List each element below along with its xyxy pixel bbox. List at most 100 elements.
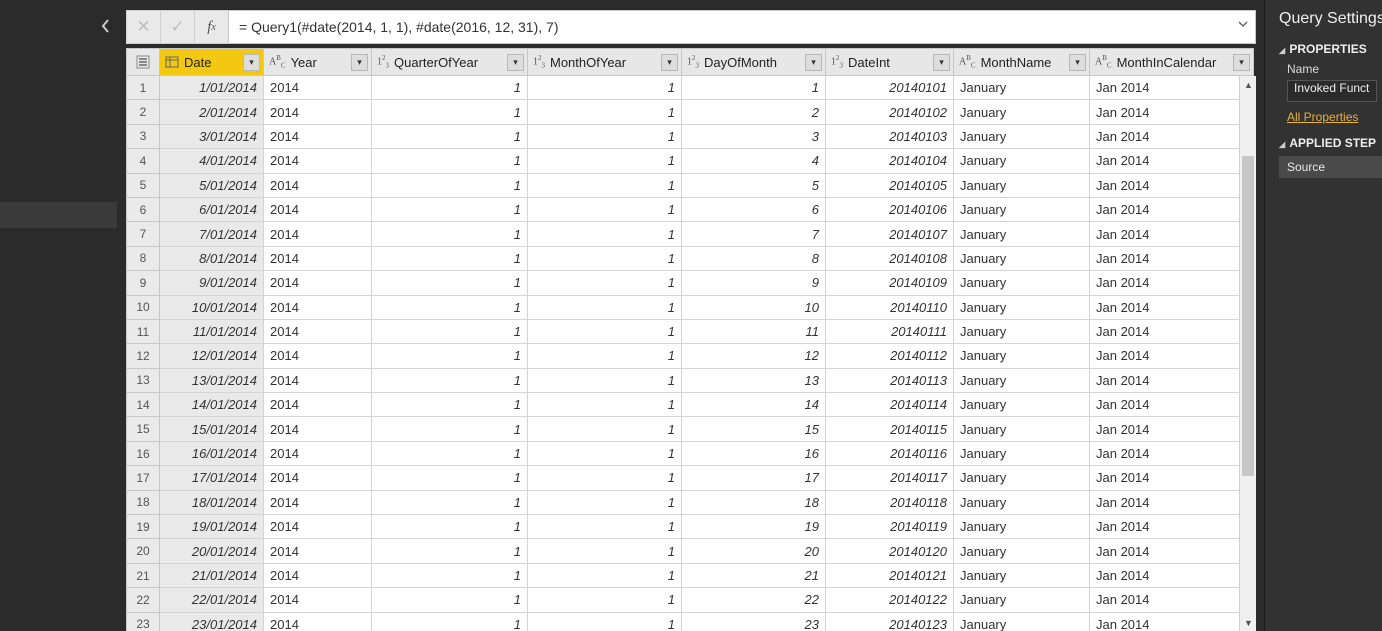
cell-dayofmonth[interactable]: 23 bbox=[682, 613, 826, 631]
cell-monthofyear[interactable]: 1 bbox=[528, 320, 682, 344]
row-number[interactable]: 8 bbox=[126, 247, 160, 271]
column-header-dayofmonth[interactable]: 123DayOfMonth▾ bbox=[682, 48, 826, 76]
cell-quarterofyear[interactable]: 1 bbox=[372, 417, 528, 441]
cell-date[interactable]: 4/01/2014 bbox=[160, 149, 264, 173]
cell-monthname[interactable]: January bbox=[954, 320, 1090, 344]
cell-quarterofyear[interactable]: 1 bbox=[372, 222, 528, 246]
cell-monthincalendar[interactable]: Jan 2014 bbox=[1090, 320, 1254, 344]
row-number[interactable]: 14 bbox=[126, 393, 160, 417]
cell-monthofyear[interactable]: 1 bbox=[528, 417, 682, 441]
cell-monthofyear[interactable]: 1 bbox=[528, 369, 682, 393]
cell-quarterofyear[interactable]: 1 bbox=[372, 491, 528, 515]
cell-dayofmonth[interactable]: 12 bbox=[682, 344, 826, 368]
cell-dateint[interactable]: 20140103 bbox=[826, 125, 954, 149]
cell-monthincalendar[interactable]: Jan 2014 bbox=[1090, 369, 1254, 393]
cell-dayofmonth[interactable]: 13 bbox=[682, 369, 826, 393]
cell-monthofyear[interactable]: 1 bbox=[528, 174, 682, 198]
cell-dayofmonth[interactable]: 11 bbox=[682, 320, 826, 344]
cell-monthofyear[interactable]: 1 bbox=[528, 491, 682, 515]
row-number[interactable]: 2 bbox=[126, 100, 160, 124]
cell-dayofmonth[interactable]: 1 bbox=[682, 76, 826, 100]
cell-monthincalendar[interactable]: Jan 2014 bbox=[1090, 491, 1254, 515]
cell-monthname[interactable]: January bbox=[954, 539, 1090, 563]
cell-year[interactable]: 2014 bbox=[264, 100, 372, 124]
table-row[interactable]: 20/01/20142014112020140120JanuaryJan 201… bbox=[160, 539, 1256, 563]
cell-monthincalendar[interactable]: Jan 2014 bbox=[1090, 222, 1254, 246]
cell-dateint[interactable]: 20140119 bbox=[826, 515, 954, 539]
table-row[interactable]: 4/01/2014201411420140104JanuaryJan 2014 bbox=[160, 149, 1256, 173]
cell-year[interactable]: 2014 bbox=[264, 149, 372, 173]
cell-quarterofyear[interactable]: 1 bbox=[372, 125, 528, 149]
cell-date[interactable]: 11/01/2014 bbox=[160, 320, 264, 344]
cell-monthname[interactable]: January bbox=[954, 100, 1090, 124]
formula-input[interactable]: = Query1(#date(2014, 1, 1), #date(2016, … bbox=[228, 10, 1256, 44]
cell-date[interactable]: 5/01/2014 bbox=[160, 174, 264, 198]
column-filter-dropdown[interactable]: ▾ bbox=[1069, 54, 1086, 71]
column-filter-dropdown[interactable]: ▾ bbox=[351, 54, 368, 71]
cell-year[interactable]: 2014 bbox=[264, 271, 372, 295]
cell-year[interactable]: 2014 bbox=[264, 76, 372, 100]
cell-date[interactable]: 6/01/2014 bbox=[160, 198, 264, 222]
cell-monthofyear[interactable]: 1 bbox=[528, 76, 682, 100]
cell-monthname[interactable]: January bbox=[954, 417, 1090, 441]
cell-monthofyear[interactable]: 1 bbox=[528, 344, 682, 368]
cell-dateint[interactable]: 20140112 bbox=[826, 344, 954, 368]
cell-date[interactable]: 14/01/2014 bbox=[160, 393, 264, 417]
cell-dayofmonth[interactable]: 7 bbox=[682, 222, 826, 246]
cell-monthname[interactable]: January bbox=[954, 149, 1090, 173]
table-row[interactable]: 19/01/20142014111920140119JanuaryJan 201… bbox=[160, 515, 1256, 539]
select-all-corner[interactable] bbox=[126, 48, 160, 76]
table-row[interactable]: 17/01/20142014111720140117JanuaryJan 201… bbox=[160, 466, 1256, 490]
cell-monthname[interactable]: January bbox=[954, 344, 1090, 368]
cell-monthincalendar[interactable]: Jan 2014 bbox=[1090, 613, 1254, 631]
cancel-formula-button[interactable]: ✕ bbox=[126, 10, 160, 44]
cell-dateint[interactable]: 20140106 bbox=[826, 198, 954, 222]
row-number[interactable]: 22 bbox=[126, 588, 160, 612]
cell-monthname[interactable]: January bbox=[954, 174, 1090, 198]
table-row[interactable]: 10/01/20142014111020140110JanuaryJan 201… bbox=[160, 296, 1256, 320]
row-number[interactable]: 9 bbox=[126, 271, 160, 295]
table-row[interactable]: 14/01/20142014111420140114JanuaryJan 201… bbox=[160, 393, 1256, 417]
table-row[interactable]: 15/01/20142014111520140115JanuaryJan 201… bbox=[160, 417, 1256, 441]
cell-dayofmonth[interactable]: 20 bbox=[682, 539, 826, 563]
table-row[interactable]: 7/01/2014201411720140107JanuaryJan 2014 bbox=[160, 222, 1256, 246]
cell-date[interactable]: 17/01/2014 bbox=[160, 466, 264, 490]
cell-date[interactable]: 9/01/2014 bbox=[160, 271, 264, 295]
cell-dayofmonth[interactable]: 17 bbox=[682, 466, 826, 490]
cell-quarterofyear[interactable]: 1 bbox=[372, 588, 528, 612]
cell-monthname[interactable]: January bbox=[954, 222, 1090, 246]
cell-dateint[interactable]: 20140123 bbox=[826, 613, 954, 631]
cell-dateint[interactable]: 20140115 bbox=[826, 417, 954, 441]
cell-monthname[interactable]: January bbox=[954, 393, 1090, 417]
cell-quarterofyear[interactable]: 1 bbox=[372, 539, 528, 563]
cell-date[interactable]: 2/01/2014 bbox=[160, 100, 264, 124]
query-name-input[interactable]: Invoked Funct bbox=[1287, 80, 1377, 102]
cell-year[interactable]: 2014 bbox=[264, 320, 372, 344]
column-header-year[interactable]: ABCYear▾ bbox=[264, 48, 372, 76]
commit-formula-button[interactable]: ✓ bbox=[160, 10, 194, 44]
cell-dayofmonth[interactable]: 18 bbox=[682, 491, 826, 515]
cell-monthofyear[interactable]: 1 bbox=[528, 613, 682, 631]
cell-quarterofyear[interactable]: 1 bbox=[372, 515, 528, 539]
cell-quarterofyear[interactable]: 1 bbox=[372, 76, 528, 100]
cell-dateint[interactable]: 20140118 bbox=[826, 491, 954, 515]
cell-monthname[interactable]: January bbox=[954, 588, 1090, 612]
cell-dayofmonth[interactable]: 2 bbox=[682, 100, 826, 124]
table-row[interactable]: 1/01/2014201411120140101JanuaryJan 2014 bbox=[160, 76, 1256, 100]
row-number[interactable]: 18 bbox=[126, 491, 160, 515]
cell-dayofmonth[interactable]: 22 bbox=[682, 588, 826, 612]
cell-monthincalendar[interactable]: Jan 2014 bbox=[1090, 515, 1254, 539]
column-header-monthofyear[interactable]: 123MonthOfYear▾ bbox=[528, 48, 682, 76]
cell-year[interactable]: 2014 bbox=[264, 442, 372, 466]
cell-dateint[interactable]: 20140121 bbox=[826, 564, 954, 588]
row-number[interactable]: 6 bbox=[126, 198, 160, 222]
cell-monthname[interactable]: January bbox=[954, 564, 1090, 588]
cell-monthname[interactable]: January bbox=[954, 613, 1090, 631]
cell-year[interactable]: 2014 bbox=[264, 491, 372, 515]
table-row[interactable]: 8/01/2014201411820140108JanuaryJan 2014 bbox=[160, 247, 1256, 271]
cell-monthofyear[interactable]: 1 bbox=[528, 125, 682, 149]
table-row[interactable]: 13/01/20142014111320140113JanuaryJan 201… bbox=[160, 369, 1256, 393]
column-filter-dropdown[interactable]: ▾ bbox=[243, 54, 260, 71]
cell-monthname[interactable]: January bbox=[954, 491, 1090, 515]
cell-year[interactable]: 2014 bbox=[264, 296, 372, 320]
